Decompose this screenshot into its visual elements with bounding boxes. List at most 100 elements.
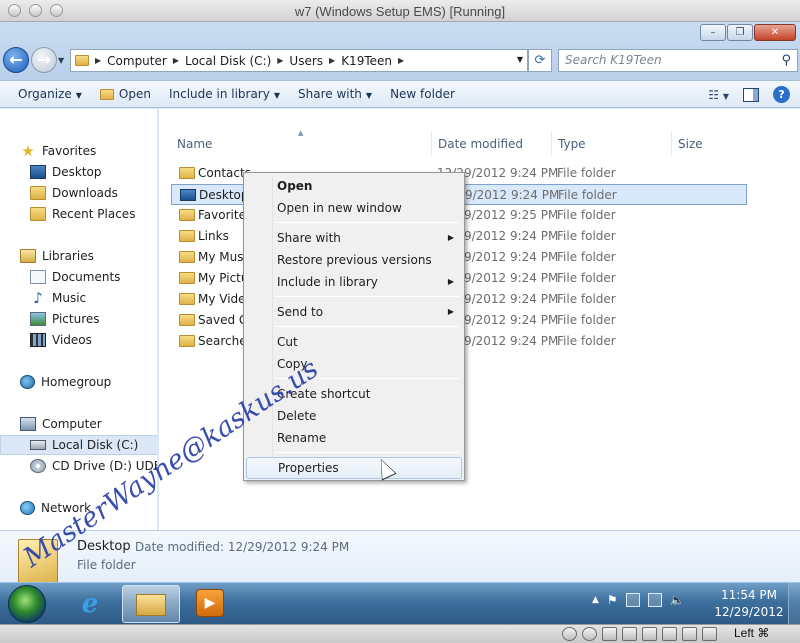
menu-item-send-to[interactable]: Send to ▶ (246, 301, 462, 323)
file-type: File folder (557, 229, 616, 243)
pictures-icon (30, 312, 46, 326)
help-button[interactable]: ? (773, 86, 790, 103)
share-with-button[interactable]: Share with ▼ (298, 87, 372, 101)
nav-libraries[interactable]: Libraries (0, 246, 157, 266)
file-type: File folder (557, 250, 616, 264)
minimize-button[interactable]: – (700, 24, 726, 41)
desktop-folder-icon (180, 189, 196, 201)
recent-pages-dropdown[interactable]: ▼ (58, 56, 64, 65)
column-header-date-modified[interactable]: Date modified (438, 137, 523, 151)
vm-status-bar: Left ⌘ (0, 624, 800, 643)
show-hidden-icons-button[interactable]: ▲ (592, 595, 599, 605)
taskbar-media-player[interactable]: ▶ (196, 589, 224, 617)
chevron-right-icon[interactable]: ▶ (95, 56, 101, 65)
saved-games-folder-icon (179, 314, 195, 326)
hard-disk-icon (30, 440, 46, 450)
keyboard-capture-icon[interactable] (702, 627, 717, 641)
show-desktop-button[interactable] (788, 583, 800, 625)
chevron-right-icon[interactable]: ▶ (173, 56, 179, 65)
column-divider[interactable] (551, 131, 552, 155)
nav-item-label: Videos (52, 333, 92, 347)
usb-icon[interactable] (602, 627, 617, 641)
new-folder-button[interactable]: New folder (390, 87, 455, 101)
nav-item-local-disk[interactable]: Local Disk (C:) (0, 435, 157, 455)
favorites-folder-icon (179, 209, 195, 221)
preview-pane-button[interactable] (743, 87, 759, 102)
file-type: File folder (558, 188, 617, 202)
optical-drive-icon[interactable] (582, 627, 597, 641)
nav-item-downloads[interactable]: Downloads (0, 183, 157, 203)
taskbar-windows-explorer[interactable] (122, 585, 180, 623)
taskbar-internet-explorer[interactable]: e (68, 587, 112, 621)
chevron-right-icon[interactable]: ▶ (329, 56, 335, 65)
search-input[interactable]: Search K19Teen ⚲ (558, 49, 798, 72)
navigation-pane: ★ Favorites Desktop Downloads Recent Plac… (0, 109, 158, 530)
include-in-library-button[interactable]: Include in library ▼ (169, 87, 280, 101)
file-type: File folder (557, 313, 616, 327)
refresh-button[interactable]: ⟳ (528, 49, 552, 72)
network-icon (20, 501, 35, 515)
menu-item-include-in-library[interactable]: Include in library ▶ (246, 271, 462, 293)
chevron-right-icon[interactable]: ▶ (398, 56, 404, 65)
hard-disk-activity-icon[interactable] (562, 627, 577, 641)
open-button[interactable]: Open (99, 87, 151, 101)
explorer-folder-icon (136, 594, 166, 616)
shared-folder-icon[interactable] (622, 627, 637, 641)
taskbar: e ▶ ▲ ⚑ 🔈 11:54 PM 12/29/2012 (0, 582, 800, 625)
system-clock[interactable]: 11:54 PM 12/29/2012 (714, 587, 784, 621)
search-icon[interactable]: ⚲ (781, 50, 791, 71)
chevron-right-icon[interactable]: ▶ (277, 56, 283, 65)
safely-remove-tray-icon[interactable] (647, 593, 662, 607)
menu-item-label: Share with (277, 231, 341, 245)
start-button[interactable] (8, 585, 46, 623)
menu-item-properties[interactable]: Properties (246, 457, 462, 479)
nav-item-desktop[interactable]: Desktop (0, 162, 157, 182)
nav-item-documents[interactable]: Documents (0, 267, 157, 287)
nav-item-music[interactable]: ♪ Music (0, 288, 157, 308)
close-button[interactable]: ✕ (754, 24, 796, 41)
column-header-name[interactable]: Name (177, 137, 212, 151)
nav-item-label: Documents (52, 270, 121, 284)
menu-item-cut[interactable]: Cut (246, 331, 462, 353)
documents-icon (30, 270, 46, 284)
column-divider[interactable] (671, 131, 672, 155)
action-center-flag-icon[interactable]: ⚑ (607, 593, 618, 607)
address-dropdown-icon[interactable]: ▼ (517, 55, 523, 64)
column-header-type[interactable]: Type (558, 137, 586, 151)
organize-button[interactable]: Organize ▼ (18, 87, 82, 101)
forward-button[interactable]: → (31, 47, 57, 73)
maximize-button[interactable]: ❐ (727, 24, 753, 41)
menu-item-rename[interactable]: Rename (246, 427, 462, 449)
searches-folder-icon (179, 335, 195, 347)
column-divider[interactable] (431, 131, 432, 155)
nav-item-pictures[interactable]: Pictures (0, 309, 157, 329)
network-tray-icon[interactable] (625, 593, 640, 607)
submenu-arrow-icon: ▶ (447, 277, 454, 286)
nav-item-videos[interactable]: Videos (0, 330, 157, 350)
change-view-button[interactable]: ☷ ▼ (708, 88, 729, 102)
menu-item-restore-previous-versions[interactable]: Restore previous versions (246, 249, 462, 271)
breadcrumb-k19teen[interactable]: K19Teen (341, 54, 392, 68)
breadcrumb-computer[interactable]: Computer (107, 54, 167, 68)
volume-icon[interactable]: 🔈 (670, 593, 685, 607)
nav-item-label: Music (52, 291, 87, 305)
video-capture-icon[interactable] (662, 627, 677, 641)
nav-item-recent-places[interactable]: Recent Places (0, 204, 157, 224)
nav-favorites[interactable]: ★ Favorites (0, 141, 157, 161)
breadcrumb-local-disk[interactable]: Local Disk (C:) (185, 54, 271, 68)
menu-item-share-with[interactable]: Share with ▶ (246, 227, 462, 249)
menu-separator (275, 326, 460, 327)
menu-item-open-new-window[interactable]: Open in new window (246, 197, 462, 219)
mouse-integration-icon[interactable] (682, 627, 697, 641)
navigation-bar: ← → ▼ ▶ Computer ▶ Local Disk (C:) ▶ Use… (0, 46, 800, 76)
menu-item-open[interactable]: Open (246, 175, 462, 197)
breadcrumb-users[interactable]: Users (289, 54, 323, 68)
file-type: File folder (557, 334, 616, 348)
nav-homegroup[interactable]: Homegroup (0, 372, 157, 392)
nav-computer[interactable]: Computer (0, 414, 157, 434)
back-button[interactable]: ← (3, 47, 29, 73)
address-bar[interactable]: ▶ Computer ▶ Local Disk (C:) ▶ Users ▶ K… (70, 49, 528, 72)
command-bar: Organize ▼ Open Include in library ▼ Share… (0, 80, 800, 108)
network-adapter-icon[interactable] (642, 627, 657, 641)
column-header-size[interactable]: Size (678, 137, 703, 151)
